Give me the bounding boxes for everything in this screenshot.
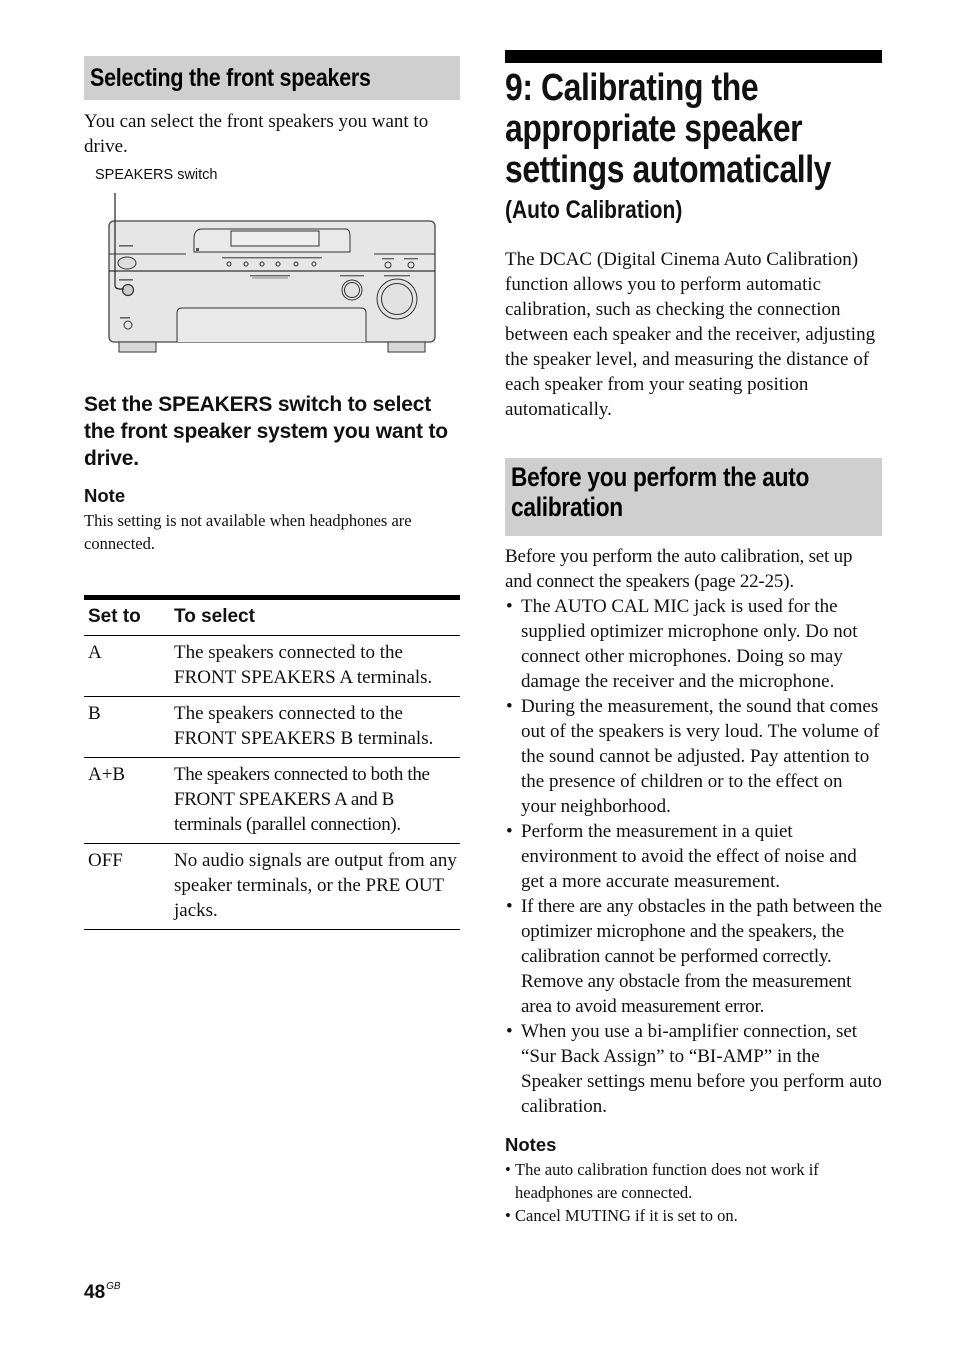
setting-description: The speakers connected to both the FRONT…: [174, 757, 460, 844]
bullet-icon: •: [505, 1206, 511, 1225]
receiver-illustration: [108, 193, 436, 353]
note-heading: Note: [84, 485, 126, 506]
speakers-switch-knob: [121, 283, 135, 297]
list-item: • During the measurement, the sound that …: [505, 694, 882, 819]
section-heading-before-auto-calibration: Before you perform the auto calibration: [505, 458, 882, 536]
table-row: OFF No audio signals are output from any…: [84, 843, 460, 930]
bullet-icon: •: [505, 1160, 511, 1179]
table-header-row: Set to To select: [84, 597, 460, 636]
section-heading-line: calibration: [511, 492, 623, 522]
receiver-foot-left: [118, 341, 157, 353]
column-header-set-to: Set to: [84, 597, 174, 636]
setting-value: A+B: [84, 757, 174, 844]
setting-description: No audio signals are output from any spe…: [174, 843, 460, 930]
notes-list: • The auto calibration function does not …: [505, 1158, 882, 1227]
bullet-icon: •: [506, 696, 513, 717]
list-item: • Perform the measurement in a quiet envi…: [505, 819, 882, 894]
setting-value: B: [84, 696, 174, 758]
chapter-title-line: settings automatically: [505, 149, 832, 191]
bullet-icon: •: [506, 896, 513, 917]
setting-description: The speakers connected to the FRONT SPEA…: [174, 635, 460, 697]
bullet-icon: •: [506, 1021, 513, 1042]
page-number-value: 48: [84, 1282, 106, 1303]
display-screen: [230, 230, 320, 247]
notes-heading: Notes: [505, 1134, 557, 1155]
list-item: • The auto calibration function does not …: [505, 1158, 882, 1204]
section-heading-selecting-front-speakers: Selecting the front speakers: [84, 56, 460, 100]
table-row: A The speakers connected to the FRONT SP…: [84, 635, 460, 697]
note-body: This setting is not available when headp…: [84, 511, 412, 553]
table-row: B The speakers connected to the FRONT SP…: [84, 696, 460, 758]
section-heading-line: Before you perform the auto: [511, 462, 810, 492]
list-item: • If there are any obstacles in the path …: [505, 894, 882, 1019]
bullet-icon: •: [506, 821, 513, 842]
list-item-text: When you use a bi-amplifier connection, …: [521, 1021, 882, 1117]
step-heading: Set the SPEAKERS switch to select the fr…: [84, 393, 448, 470]
speaker-selection-table: Set to To select A The speakers connecte…: [84, 595, 460, 930]
chapter-subtitle: (Auto Calibration): [505, 195, 882, 225]
chapter-title-line: 9: Calibrating the: [505, 67, 759, 109]
section-heading-text: Selecting the front speakers: [90, 64, 371, 92]
right-column: 9: Calibrating the appropriate speaker s…: [505, 50, 882, 1227]
before-paragraph: Before you perform the auto calibration,…: [505, 546, 853, 592]
chapter-rule: [505, 50, 882, 63]
setting-value: OFF: [84, 843, 174, 930]
dcac-paragraph: The DCAC (Digital Cinema Auto Calibratio…: [505, 249, 876, 420]
left-column: Selecting the front speakers You can sel…: [84, 56, 460, 930]
list-item-text: The AUTO CAL MIC jack is used for the su…: [521, 596, 858, 692]
intro-paragraph: You can select the front speakers you wa…: [84, 111, 429, 157]
region-code: GB: [106, 1281, 121, 1292]
page-number: 48GB: [84, 1281, 121, 1304]
chapter-title: 9: Calibrating the appropriate speaker s…: [505, 68, 882, 191]
chapter-subtitle-text: (Auto Calibration): [505, 196, 683, 224]
setting-description: The speakers connected to the FRONT SPEA…: [174, 696, 460, 758]
note-item-text: The auto calibration function does not w…: [515, 1160, 819, 1202]
note-item-text: Cancel MUTING if it is set to on.: [515, 1206, 738, 1225]
list-item: • The AUTO CAL MIC jack is used for the s…: [505, 594, 882, 694]
front-flap: [176, 307, 367, 342]
master-volume-knob: [376, 278, 418, 320]
column-header-to-select: To select: [174, 597, 460, 636]
chapter-title-line: appropriate speaker: [505, 108, 803, 150]
list-item-text: If there are any obstacles in the path b…: [521, 896, 882, 1017]
list-item: • Cancel MUTING if it is set to on.: [505, 1204, 882, 1227]
table-row: A+B The speakers connected to both the F…: [84, 757, 460, 844]
receiver-foot-right: [387, 341, 426, 353]
receiver-figure: SPEAKERS switch: [84, 167, 460, 367]
list-item-text: During the measurement, the sound that c…: [521, 696, 880, 817]
precaution-list: • The AUTO CAL MIC jack is used for the s…: [505, 594, 882, 1119]
setting-value: A: [84, 635, 174, 697]
list-item: • When you use a bi-amplifier connection,…: [505, 1019, 882, 1119]
standby-button: [117, 256, 137, 270]
list-item-text: Perform the measurement in a quiet envir…: [521, 821, 857, 892]
bullet-icon: •: [506, 596, 513, 617]
